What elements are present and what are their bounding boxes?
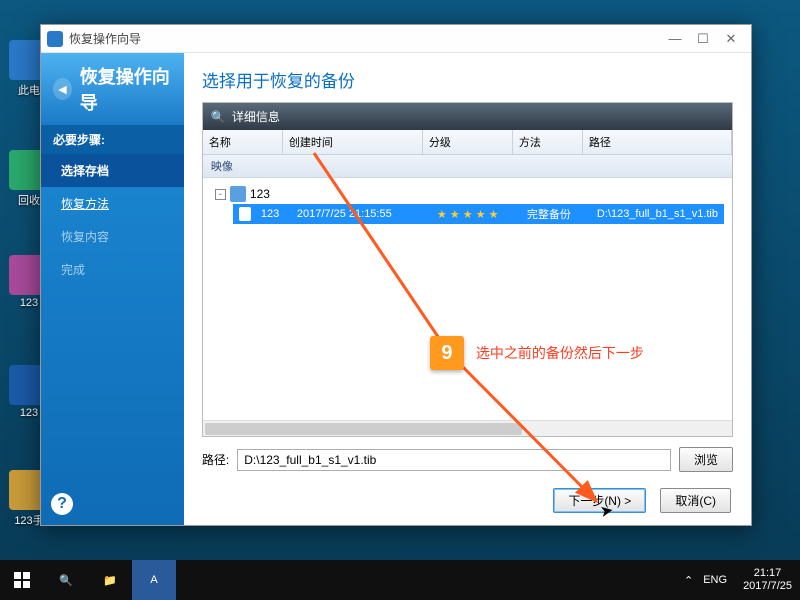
- row-method: 完整备份: [521, 204, 591, 224]
- sidebar-footer: ?: [41, 483, 184, 525]
- collapse-icon[interactable]: -: [215, 189, 226, 200]
- column-headers: 名称 创建时间 分级 方法 路径: [203, 130, 732, 155]
- col-created[interactable]: 创建时间: [283, 130, 423, 154]
- path-label: 路径:: [202, 451, 229, 468]
- sidebar-step-1[interactable]: 恢复方法: [41, 187, 184, 220]
- explorer-icon[interactable]: 📁: [88, 560, 132, 600]
- backup-item-icon: [239, 207, 251, 221]
- row-path: D:\123_full_b1_s1_v1.tib: [591, 206, 724, 222]
- col-path[interactable]: 路径: [583, 130, 732, 154]
- row-rating: ★ ★ ★ ★ ★: [431, 206, 521, 223]
- tray-lang[interactable]: ENG: [703, 574, 727, 586]
- minimize-button[interactable]: —: [661, 29, 689, 49]
- tree-root-node[interactable]: - 123: [211, 184, 724, 204]
- col-rating[interactable]: 分级: [423, 130, 513, 154]
- window-title: 恢复操作向导: [69, 30, 661, 47]
- cancel-button[interactable]: 取消(C): [660, 488, 731, 513]
- wizard-sidebar: ◄ 恢复操作向导 必要步骤: 选择存档恢复方法恢复内容完成 ?: [41, 53, 184, 525]
- wizard-window: 恢复操作向导 — ☐ ✕ ◄ 恢复操作向导 必要步骤: 选择存档恢复方法恢复内容…: [40, 24, 752, 526]
- details-icon: 🔍: [211, 110, 226, 124]
- titlebar[interactable]: 恢复操作向导 — ☐ ✕: [41, 25, 751, 53]
- main-pane: 选择用于恢复的备份 🔍 详细信息 名称 创建时间 分级 方法 路径 映像 -: [184, 53, 751, 525]
- maximize-button[interactable]: ☐: [689, 29, 717, 49]
- wizard-footer: 下一步(N) > 取消(C): [202, 482, 733, 513]
- tray-chevron-icon[interactable]: ⌃: [684, 574, 693, 587]
- sidebar-step-3[interactable]: 完成: [41, 253, 184, 286]
- scroll-thumb[interactable]: [205, 423, 522, 435]
- wizard-heading: 恢复操作向导: [80, 63, 172, 115]
- panel-header: 🔍 详细信息: [203, 103, 732, 130]
- group-label: 映像: [203, 155, 732, 178]
- panel-title: 详细信息: [232, 108, 280, 125]
- task-app-icon[interactable]: A: [132, 560, 176, 600]
- sidebar-step-0[interactable]: 选择存档: [41, 154, 184, 187]
- taskbar-clock[interactable]: 21:17 2017/7/25: [735, 567, 800, 593]
- sidebar-subheading: 必要步骤:: [41, 125, 184, 154]
- row-created: 2017/7/25 21:15:55: [291, 206, 431, 222]
- root-label: 123: [250, 187, 270, 201]
- taskbar[interactable]: 🔍 📁 A ⌃ ENG 21:17 2017/7/25: [0, 560, 800, 600]
- app-icon: [47, 31, 63, 47]
- row-name: 123: [255, 206, 285, 222]
- path-row: 路径: 浏览: [202, 447, 733, 472]
- annotation-badge: 9: [430, 336, 464, 370]
- clock-date: 2017/7/25: [743, 580, 792, 593]
- backup-tree[interactable]: - 123 123 2017/7/25 21:15:55 ★ ★ ★ ★ ★ 完…: [203, 178, 732, 420]
- search-icon[interactable]: 🔍: [44, 560, 88, 600]
- back-icon[interactable]: ◄: [53, 78, 72, 100]
- help-icon[interactable]: ?: [51, 493, 73, 515]
- sidebar-step-2[interactable]: 恢复内容: [41, 220, 184, 253]
- page-title: 选择用于恢复的备份: [202, 67, 733, 92]
- disk-icon: [230, 186, 246, 202]
- browse-button[interactable]: 浏览: [679, 447, 733, 472]
- backup-panel: 🔍 详细信息 名称 创建时间 分级 方法 路径 映像 - 123: [202, 102, 733, 437]
- col-method[interactable]: 方法: [513, 130, 583, 154]
- col-name[interactable]: 名称: [203, 130, 283, 154]
- clock-time: 21:17: [743, 567, 792, 580]
- annotation-text: 选中之前的备份然后下一步: [476, 343, 644, 363]
- path-input[interactable]: [237, 449, 671, 471]
- horizontal-scrollbar[interactable]: [203, 420, 732, 436]
- start-button[interactable]: [0, 560, 44, 600]
- backup-row-selected[interactable]: 123 2017/7/25 21:15:55 ★ ★ ★ ★ ★ 完整备份 D:…: [233, 204, 724, 224]
- close-button[interactable]: ✕: [717, 29, 745, 49]
- sidebar-header: ◄ 恢复操作向导: [41, 53, 184, 125]
- system-tray[interactable]: ⌃ ENG: [676, 574, 735, 587]
